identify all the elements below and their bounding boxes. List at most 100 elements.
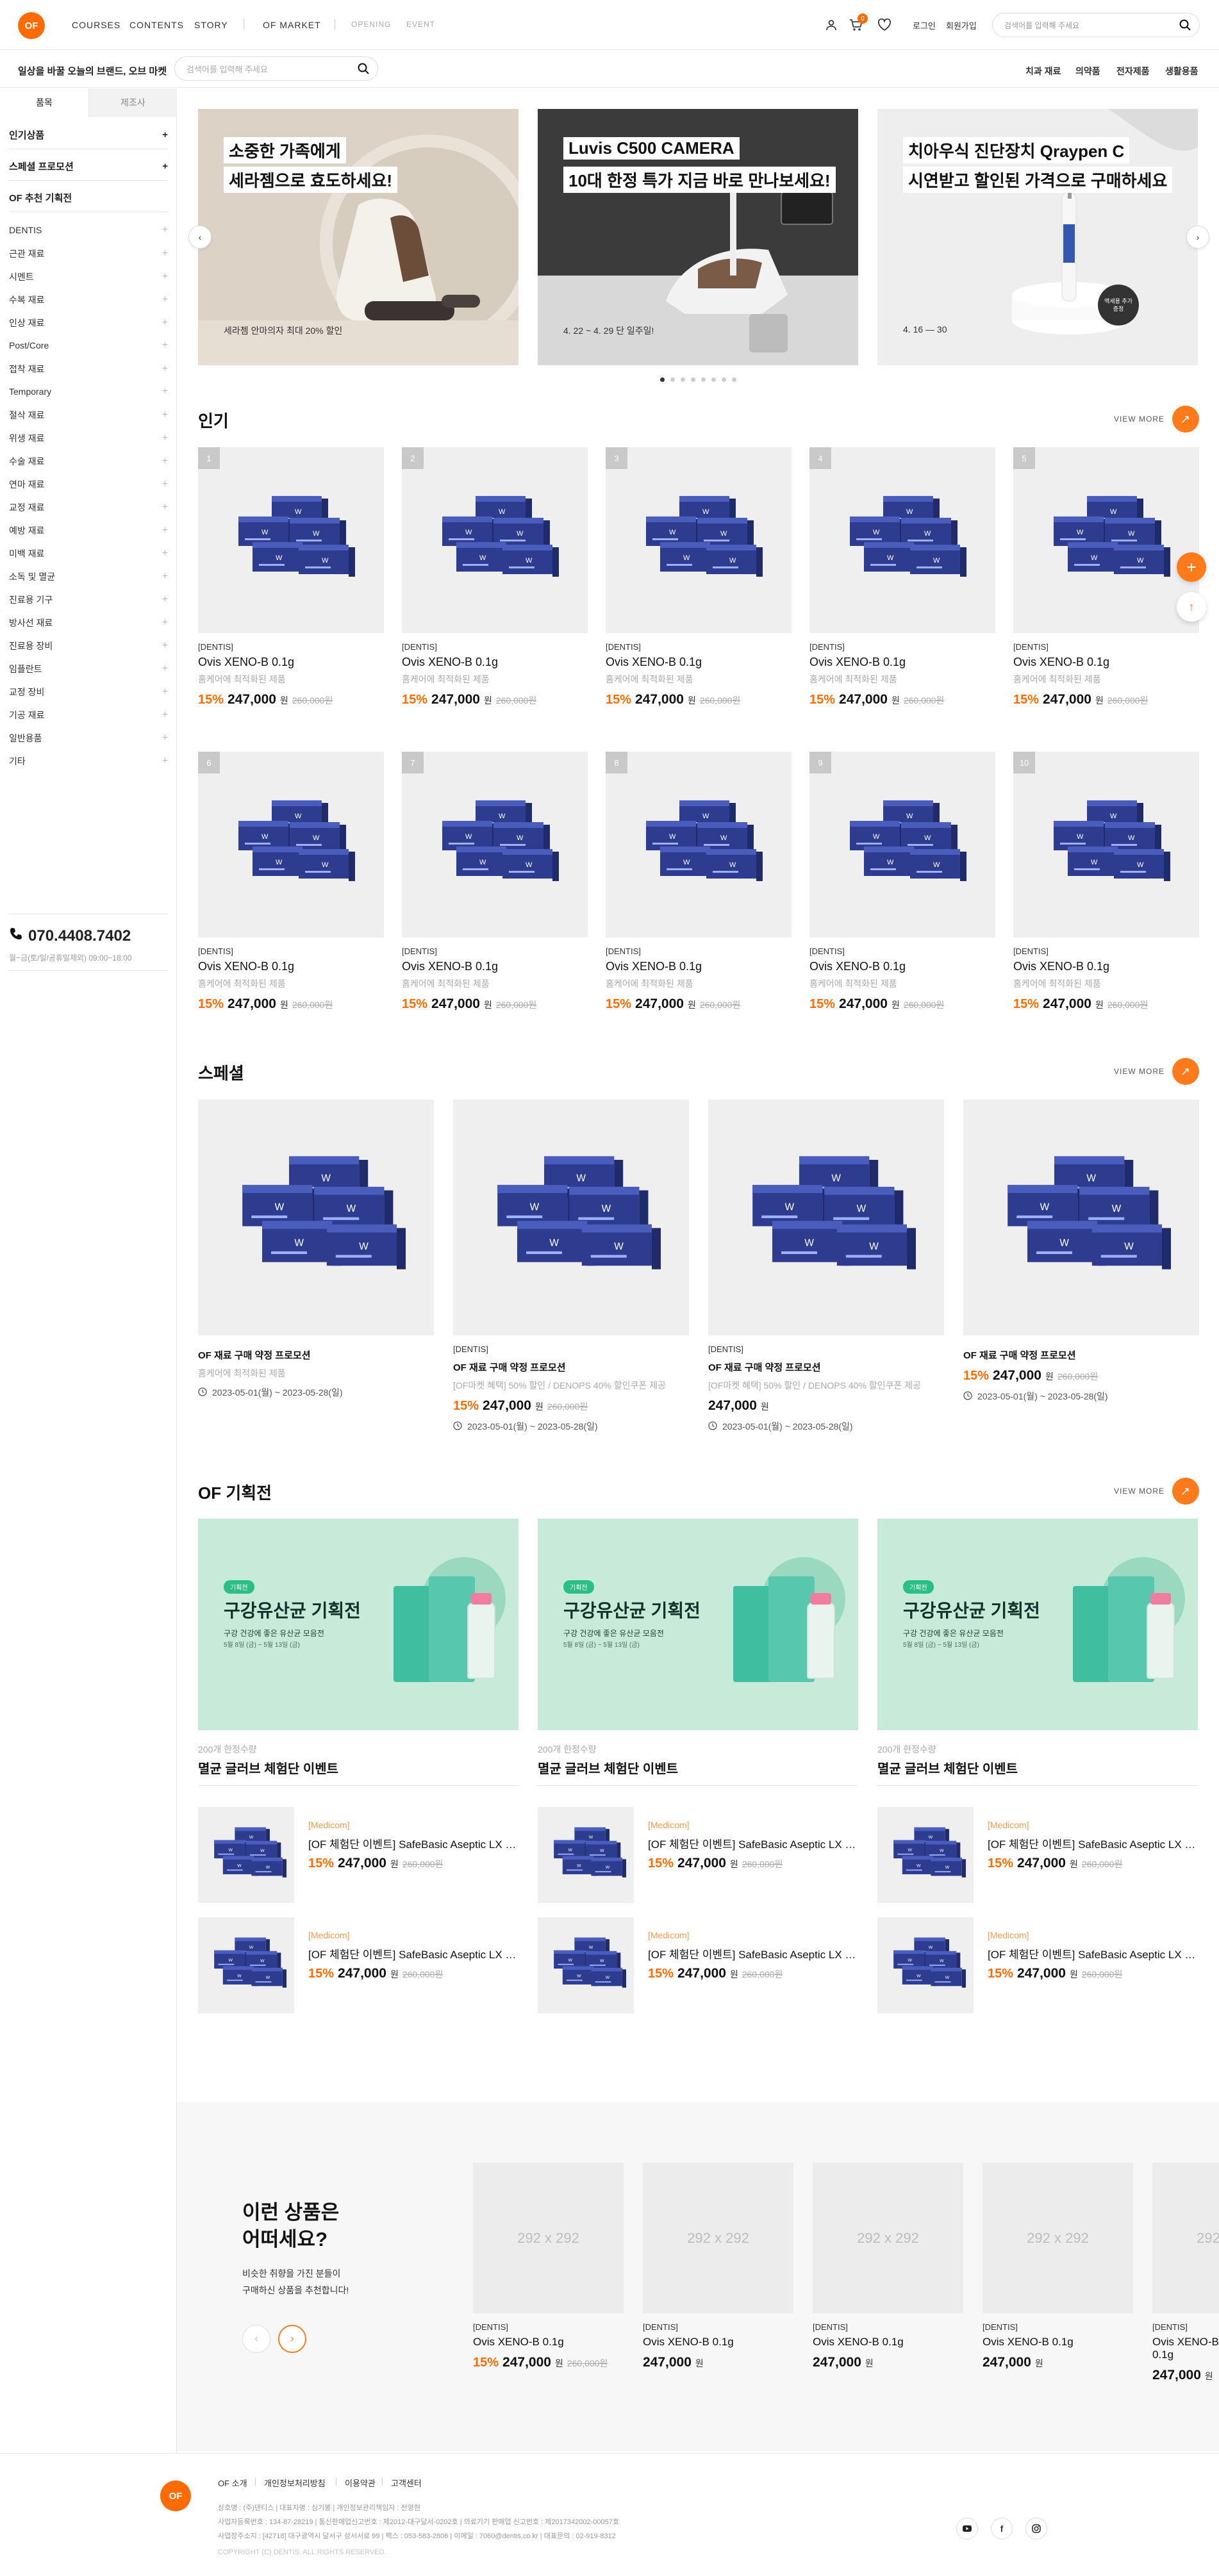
planning-banner[interactable]: 기획전 구강유산균 기획전 구강 건강에 좋은 유산균 모음전 5월 8일 (금) ~… — [877, 1519, 1198, 1730]
nav-event[interactable]: EVENT — [406, 20, 435, 29]
special-name[interactable]: OF 재료 구매 약정 프로모션 — [963, 1348, 1199, 1362]
promo-banner-2[interactable]: Luvis C500 CAMERA 10대 한정 특가 지금 바로 만나보세요!… — [538, 109, 858, 365]
pagination-dot[interactable] — [681, 377, 685, 382]
cart-icon[interactable]: 0 — [847, 13, 868, 34]
banner-next-button[interactable]: › — [1186, 226, 1209, 249]
top-search-input[interactable]: 검색어를 입력해 주세요 — [992, 13, 1200, 37]
product-name[interactable]: Ovis XENO-B 0.1g — [198, 960, 384, 973]
product-name[interactable]: [OF 체험단 이벤트] SafeBasic Aseptic LX Steril… — [648, 1835, 859, 1851]
planning-mini-card[interactable]: W W W W W [Medicom] [OF 체험단 이벤트] SafeBasi… — [877, 1917, 1199, 2013]
product-image[interactable]: W W W W W — [198, 1917, 294, 2013]
sidebar-group-popular[interactable]: 인기상품 + — [9, 128, 168, 142]
facebook-icon[interactable]: f — [991, 2518, 1013, 2539]
footer-link-about[interactable]: OF 소개 — [218, 2477, 247, 2489]
sidebar-item[interactable]: 임플란트 + — [9, 663, 168, 675]
product-name[interactable]: Ovis XENO-B 0.1g — [473, 2336, 624, 2349]
product-image[interactable]: W W W W W — [877, 1807, 974, 1903]
nav-story[interactable]: STORY — [194, 20, 228, 30]
nav-courses[interactable]: COURSES — [72, 20, 120, 30]
recommend-card[interactable]: 292 x 292 [DENTIS] Ovis XENO-B 0.1g 247,000… — [813, 2163, 963, 2370]
view-more-special[interactable]: VIEW MORE ↗ — [1114, 1058, 1200, 1085]
special-image[interactable]: W W W W W — [198, 1100, 434, 1335]
planning-name[interactable]: 멸균 글러브 체험단 이벤트 — [538, 1758, 678, 1777]
sidebar-item[interactable]: 수술 재료 + — [9, 455, 168, 468]
category-dental[interactable]: 치과 재료 — [1025, 65, 1061, 78]
sidebar-item[interactable]: 시멘트 + — [9, 270, 168, 283]
view-more-planning[interactable]: VIEW MORE ↗ — [1114, 1478, 1200, 1505]
planning-mini-card[interactable]: W W W W W [Medicom] [OF 체험단 이벤트] SafeBasi… — [538, 1807, 859, 1903]
planning-mini-card[interactable]: W W W W W [Medicom] [OF 체험단 이벤트] SafeBasi… — [877, 1807, 1199, 1903]
product-card[interactable]: W W W W W 6 [DENTIS] Ovis XENO-B 0.1g 홈케어에 … — [198, 752, 384, 1012]
special-image[interactable]: W W W W W — [963, 1100, 1199, 1335]
pagination-dot[interactable] — [722, 377, 726, 382]
login-link[interactable]: 로그인 — [913, 19, 936, 31]
product-image[interactable]: W W W W W 1 — [198, 447, 384, 633]
pagination-dot[interactable] — [701, 377, 706, 382]
promo-banner-1[interactable]: 소중한 가족에게 세라젬으로 효도하세요! 세라젬 안마의자 최대 20% 할인 — [198, 109, 518, 365]
sidebar-item[interactable]: 근관 재료 + — [9, 247, 168, 260]
sub-search-input[interactable]: 검색어를 입력해 주세요 — [174, 56, 378, 81]
view-more-popular[interactable]: VIEW MORE ↗ — [1114, 406, 1200, 433]
product-card[interactable]: W W W W W 7 [DENTIS] Ovis XENO-B 0.1g 홈케어에 … — [402, 752, 588, 1012]
product-name[interactable]: Ovis XENO-B 0.1g — [606, 960, 792, 973]
sidebar-item[interactable]: DENTIS + — [9, 224, 168, 236]
nav-contents[interactable]: CONTENTS — [129, 20, 184, 30]
product-name[interactable]: Ovis XENO-B 0.1g — [983, 2336, 1133, 2349]
banner-prev-button[interactable]: ‹ — [188, 226, 211, 249]
category-electronics[interactable]: 전자제품 — [1116, 65, 1150, 78]
heart-icon[interactable] — [875, 16, 893, 34]
sidebar-tab-items[interactable]: 품목 — [0, 88, 88, 117]
product-image[interactable]: W W W W W — [538, 1917, 634, 2013]
product-image[interactable]: W W W W W 9 — [809, 752, 995, 937]
sidebar-item[interactable]: 수복 재료 + — [9, 293, 168, 306]
product-image[interactable]: W W W W W 8 — [606, 752, 792, 937]
recommend-card[interactable]: 292 x 292 [DENTIS] Ovis XENO-B 0.1g 247,000… — [643, 2163, 793, 2370]
recommend-next-button[interactable]: › — [278, 2325, 306, 2353]
product-name[interactable]: Ovis XENO-B 0.1g — [606, 656, 792, 669]
sidebar-item[interactable]: 미백 재료 + — [9, 547, 168, 560]
special-card[interactable]: W W W W W OF 재료 구매 약정 프로모션 15% 247,000 원 260… — [963, 1100, 1199, 1403]
sidebar-item[interactable]: Post/Core + — [9, 340, 168, 351]
product-card[interactable]: W W W W W 1 [DENTIS] Ovis XENO-B 0.1g 홈케어에 … — [198, 447, 384, 707]
product-image[interactable]: W W W W W 2 — [402, 447, 588, 633]
product-name[interactable]: [OF 체험단 이벤트] SafeBasic Aseptic LX Steril… — [308, 1835, 520, 1851]
user-icon[interactable] — [822, 16, 840, 34]
pagination-dot[interactable] — [660, 377, 665, 382]
special-card[interactable]: W W W W W [DENTIS] OF 재료 구매 약정 프로모션 [OF마켓 … — [453, 1100, 689, 1433]
pagination-dot[interactable] — [732, 377, 736, 382]
special-name[interactable]: OF 재료 구매 약정 프로모션 — [708, 1360, 944, 1374]
sidebar-item[interactable]: 절삭 재료 + — [9, 409, 168, 422]
planning-name[interactable]: 멸균 글러브 체험단 이벤트 — [198, 1758, 338, 1777]
product-name[interactable]: Ovis XENO-B 0.1g — [198, 656, 384, 669]
sidebar-item[interactable]: 진료용 기구 + — [9, 593, 168, 606]
product-card[interactable]: W W W W W 9 [DENTIS] Ovis XENO-B 0.1g 홈케어에 … — [809, 752, 995, 1012]
scroll-top-button[interactable]: ↑ — [1177, 592, 1206, 622]
recommend-card[interactable]: 292 x 292 [DENTIS] Ovis XENO-B 0.1g 15% 247,… — [473, 2163, 624, 2370]
product-name[interactable]: [OF 체험단 이벤트] SafeBasic Aseptic LX Steril… — [988, 1835, 1199, 1851]
category-living[interactable]: 생활용품 — [1165, 65, 1198, 78]
product-name[interactable]: [OF 체험단 이벤트] SafeBasic Aseptic LX Steril… — [648, 1945, 859, 1961]
sidebar-group-planning[interactable]: OF 추천 기획전 — [9, 191, 168, 204]
product-card[interactable]: W W W W W 10 [DENTIS] Ovis XENO-B 0.1g 홈케어에… — [1013, 752, 1199, 1012]
product-image-placeholder[interactable]: 292 x 292 — [813, 2163, 963, 2313]
product-image-placeholder[interactable]: 292 x 292 — [643, 2163, 793, 2313]
product-card[interactable]: W W W W W 2 [DENTIS] Ovis XENO-B 0.1g 홈케어에 … — [402, 447, 588, 707]
special-card[interactable]: W W W W W [DENTIS] OF 재료 구매 약정 프로모션 [OF마켓 … — [708, 1100, 944, 1433]
pagination-dot[interactable] — [691, 377, 695, 382]
sidebar-item[interactable]: 교정 재료 + — [9, 501, 168, 514]
product-image[interactable]: W W W W W — [538, 1807, 634, 1903]
sidebar-item[interactable]: 연마 재료 + — [9, 478, 168, 491]
product-name[interactable]: Ovis XENO-B 0.1g — [813, 2336, 963, 2349]
nav-of-market[interactable]: OF MARKET — [263, 20, 321, 30]
product-image[interactable]: W W W W W 5 — [1013, 447, 1199, 633]
planning-name[interactable]: 멸균 글러브 체험단 이벤트 — [877, 1758, 1018, 1777]
promo-banner-3[interactable]: 치아우식 진단장치 Qraypen C 시연받고 할인된 가격으로 구매하세요 … — [877, 109, 1198, 365]
sidebar-item[interactable]: 예방 재료 + — [9, 524, 168, 537]
recommend-card[interactable]: 292 x 292 [DENTIS] Ovis XENO-B 0.1g 247,000… — [983, 2163, 1133, 2370]
footer-logo[interactable]: OF — [160, 2481, 191, 2511]
planning-mini-card[interactable]: W W W W W [Medicom] [OF 체험단 이벤트] SafeBasi… — [198, 1917, 520, 2013]
logo[interactable]: OF — [18, 12, 45, 39]
planning-banner[interactable]: 기획전 구강유산균 기획전 구강 건강에 좋은 유산균 모음전 5월 8일 (금) ~… — [198, 1519, 518, 1730]
product-image-placeholder[interactable]: 292 x 292 — [983, 2163, 1133, 2313]
product-name[interactable]: Ovis XENO-B 0.1g — [643, 2336, 793, 2349]
